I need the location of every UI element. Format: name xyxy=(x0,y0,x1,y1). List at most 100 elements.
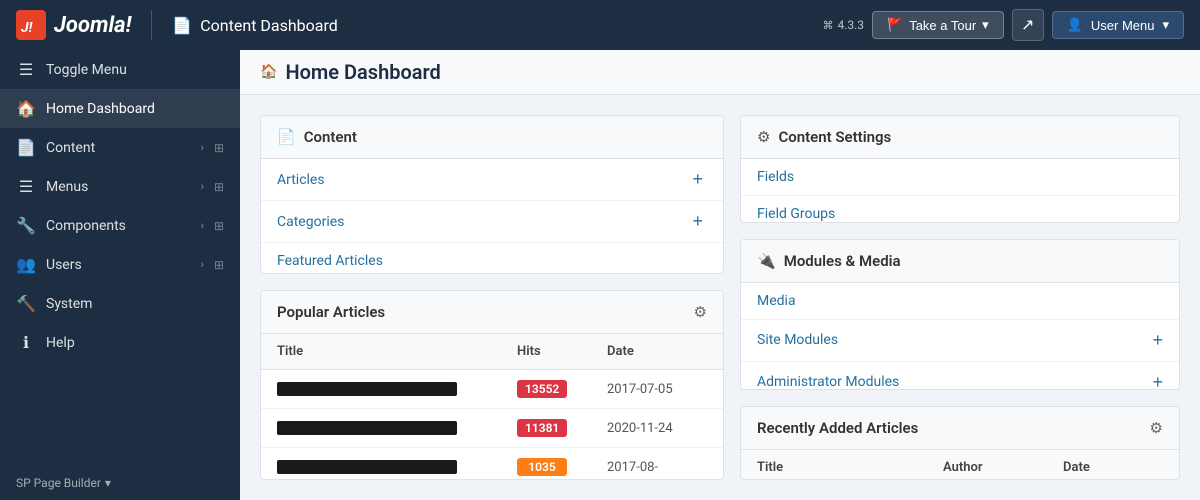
recent-col-author-label: Author xyxy=(943,460,1063,475)
user-menu-label: User Menu xyxy=(1091,18,1155,33)
svg-text:J!: J! xyxy=(21,20,33,36)
recent-col-title-label: Title xyxy=(757,460,943,475)
main-right: ⚙ Content Settings Fields Field Groups xyxy=(740,115,1180,480)
logo-text: Joomla! xyxy=(54,13,131,38)
sidebar-home-label: Home Dashboard xyxy=(46,101,224,117)
recently-added-card: Recently Added Articles ⚙ Title Author D… xyxy=(740,406,1180,480)
field-groups-row: Field Groups xyxy=(741,196,1179,223)
topbar-divider xyxy=(151,10,152,40)
recently-added-title: Recently Added Articles xyxy=(757,419,1142,437)
version-badge: ⌘ 4.3.3 xyxy=(822,18,864,32)
row3-title-bar xyxy=(277,460,457,474)
sidebar-item-content[interactable]: 📄 Content › ⊞ xyxy=(0,128,240,167)
modules-media-body: Media Site Modules + Administrator Modul… xyxy=(741,283,1179,390)
popular-articles-settings-button[interactable]: ⚙ xyxy=(694,303,707,321)
modules-media-header: 🔌 Modules & Media xyxy=(741,240,1179,283)
recently-added-settings-button[interactable]: ⚙ xyxy=(1150,419,1163,437)
external-link-button[interactable]: ↗ xyxy=(1012,9,1044,41)
sidebar-item-system[interactable]: 🔨 System xyxy=(0,284,240,323)
add-articles-button[interactable]: + xyxy=(688,169,707,190)
menus-icon: ☰ xyxy=(16,177,36,196)
content-settings-icon: ⚙ xyxy=(757,128,770,146)
tour-chevron-icon: ▾ xyxy=(982,17,989,33)
fields-link[interactable]: Fields xyxy=(757,169,1163,185)
system-icon: 🔨 xyxy=(16,294,36,313)
add-admin-modules-button[interactable]: + xyxy=(1152,372,1163,390)
categories-link[interactable]: Categories xyxy=(277,214,688,230)
user-menu-button[interactable]: 👤 User Menu ▾ xyxy=(1052,11,1184,39)
admin-modules-link[interactable]: Administrator Modules xyxy=(757,374,1152,389)
tour-btn-label: Take a Tour xyxy=(909,18,976,33)
sidebar-item-help[interactable]: ℹ Help xyxy=(0,323,240,362)
col-title-label: Title xyxy=(277,344,517,359)
row3-title xyxy=(277,460,517,474)
row2-hits-value: 11381 xyxy=(517,419,567,437)
site-modules-row: Site Modules + xyxy=(741,320,1179,362)
add-site-modules-button[interactable]: + xyxy=(1152,330,1163,351)
col-date-label: Date xyxy=(607,344,707,359)
menus-arrow-icon: › xyxy=(201,180,204,193)
take-a-tour-button[interactable]: 🚩 Take a Tour ▾ xyxy=(872,11,1004,39)
content-settings-header: ⚙ Content Settings xyxy=(741,116,1179,159)
layout: ☰ Toggle Menu 🏠 Home Dashboard 📄 Content… xyxy=(0,50,1200,500)
content-card-header: 📄 Content xyxy=(261,116,723,159)
row2-title-bar xyxy=(277,421,457,435)
recently-added-body: Title Author Date xyxy=(741,450,1179,480)
topbar-page-title: 📄 Content Dashboard xyxy=(172,16,810,35)
row1-title-bar xyxy=(277,382,457,396)
row1-date: 2017-07-05 xyxy=(607,382,707,397)
content-settings-title: Content Settings xyxy=(778,128,1163,146)
popular-articles-title: Popular Articles xyxy=(277,303,686,321)
menus-grid-icon: ⊞ xyxy=(214,180,224,194)
popular-articles-card: Popular Articles ⚙ Title Hits Date xyxy=(260,290,724,480)
row2-date: 2020-11-24 xyxy=(607,421,707,436)
users-icon: 👥 xyxy=(16,255,36,274)
subpage-header: 🏠 Home Dashboard xyxy=(240,50,1200,95)
sidebar-item-home-dashboard[interactable]: 🏠 Home Dashboard xyxy=(0,89,240,128)
sidebar-item-sp-page-builder[interactable]: SP Page Builder ▾ xyxy=(0,466,240,500)
articles-link[interactable]: Articles xyxy=(277,172,688,188)
topbar-right: ⌘ 4.3.3 🚩 Take a Tour ▾ ↗ 👤 User Menu ▾ xyxy=(822,9,1184,41)
recently-added-col-header: Title Author Date xyxy=(741,450,1179,480)
featured-articles-row: Featured Articles xyxy=(261,243,723,274)
modules-media-card: 🔌 Modules & Media Media Site Modules + A… xyxy=(740,239,1180,390)
content-card-title: Content xyxy=(304,128,707,146)
modules-media-title: Modules & Media xyxy=(784,252,1163,270)
logo[interactable]: J! Joomla! xyxy=(16,10,131,40)
sidebar-help-label: Help xyxy=(46,335,224,351)
table-row: 11381 2020-11-24 xyxy=(261,409,723,448)
featured-articles-link[interactable]: Featured Articles xyxy=(277,253,707,269)
media-link[interactable]: Media xyxy=(757,293,1163,309)
popular-articles-header: Popular Articles ⚙ xyxy=(261,291,723,334)
content-card: 📄 Content Articles + Categories + xyxy=(260,115,724,274)
popular-articles-col-header: Title Hits Date xyxy=(261,334,723,370)
sidebar-users-label: Users xyxy=(46,257,191,273)
sp-page-builder-label: SP Page Builder xyxy=(16,476,101,490)
sp-page-builder-chevron-icon: ▾ xyxy=(105,476,111,490)
content-grid-icon: ⊞ xyxy=(214,141,224,155)
content-settings-card: ⚙ Content Settings Fields Field Groups xyxy=(740,115,1180,223)
user-avatar-icon: 👤 xyxy=(1067,17,1083,33)
add-categories-button[interactable]: + xyxy=(688,211,707,232)
site-modules-link[interactable]: Site Modules xyxy=(757,332,1152,348)
table-row: 1035 2017-08- xyxy=(261,448,723,480)
components-grid-icon: ⊞ xyxy=(214,219,224,233)
sidebar-item-users[interactable]: 👥 Users › ⊞ xyxy=(0,245,240,284)
sidebar-item-toggle[interactable]: ☰ Toggle Menu xyxy=(0,50,240,89)
sidebar-system-label: System xyxy=(46,296,224,312)
toggle-menu-icon: ☰ xyxy=(16,60,36,79)
sidebar-item-menus[interactable]: ☰ Menus › ⊞ xyxy=(0,167,240,206)
page-title-text: Content Dashboard xyxy=(200,16,338,35)
field-groups-link[interactable]: Field Groups xyxy=(757,206,1163,222)
home-icon: 🏠 xyxy=(16,99,36,118)
row3-date: 2017-08- xyxy=(607,460,707,475)
sidebar-item-components[interactable]: 🔧 Components › ⊞ xyxy=(0,206,240,245)
page-title-icon: 📄 xyxy=(172,16,192,35)
version-text: 4.3.3 xyxy=(837,18,864,32)
topbar: J! Joomla! 📄 Content Dashboard ⌘ 4.3.3 🚩… xyxy=(0,0,1200,50)
content-icon: 📄 xyxy=(16,138,36,157)
table-row: 13552 2017-07-05 xyxy=(261,370,723,409)
users-arrow-icon: › xyxy=(201,258,204,271)
col-hits-label: Hits xyxy=(517,344,607,359)
row1-hits: 13552 xyxy=(517,380,607,398)
